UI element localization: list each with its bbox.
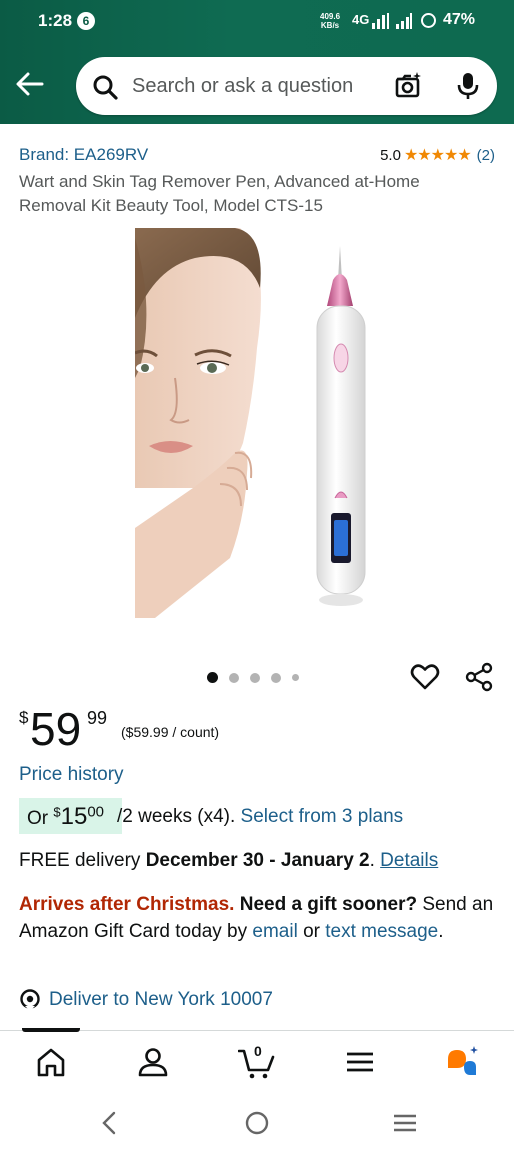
rating-value: 5.0 (380, 146, 401, 164)
installment-amount: 15 (60, 803, 88, 830)
image-carousel-dots[interactable] (207, 672, 310, 683)
deliver-to-label: Deliver to New York 10007 (49, 989, 273, 1010)
status-bar: 1:28 6 409.6 KB/s 4G 47% (0, 0, 514, 42)
carousel-dot[interactable] (229, 672, 239, 683)
delivery-info: FREE delivery December 30 - January 2. D… (19, 850, 438, 872)
assistant-icon[interactable] (444, 1045, 482, 1079)
network-type: 4G (352, 12, 370, 27)
battery-level: 47% (443, 11, 476, 28)
text-message-gift-link[interactable]: text message (325, 921, 438, 942)
app-header: 1:28 6 409.6 KB/s 4G 47% (0, 0, 514, 124)
menu-icon[interactable] (343, 1045, 377, 1079)
deliver-to-location[interactable]: Deliver to New York 10007 (19, 988, 273, 1012)
installment-prefix: Or (27, 808, 54, 829)
star-rating-icon: ★★★★★ (403, 147, 472, 164)
arrival-warning: Arrives after Christmas. (19, 894, 235, 915)
search-icon (93, 75, 118, 100)
carousel-dot[interactable] (271, 672, 281, 683)
installment-badge: Or $1500 (19, 798, 122, 834)
delivery-separator: . (369, 850, 381, 871)
gift-text-or: or (297, 921, 326, 942)
unit-price: ($59.99 / count) (121, 724, 220, 740)
signal-icon (372, 13, 389, 29)
system-home-icon[interactable] (242, 1108, 272, 1138)
gift-question: Need a gift sooner? (234, 894, 418, 915)
select-plans-link[interactable]: Select from 3 plans (241, 806, 404, 827)
camera-lens-icon[interactable] (394, 71, 422, 99)
rating-count-link[interactable]: (2) (477, 147, 495, 164)
installment-period: /2 weeks (x4). (117, 806, 241, 827)
free-delivery-label: FREE delivery (19, 850, 146, 871)
back-arrow-icon[interactable] (14, 70, 46, 98)
account-icon[interactable] (136, 1045, 170, 1079)
installment-terms: /2 weeks (x4). Select from 3 plans (117, 806, 403, 828)
system-back-icon[interactable] (95, 1108, 125, 1138)
notification-count-badge: 6 (77, 12, 95, 30)
installment-cents: 00 (87, 803, 105, 821)
location-pin-icon (20, 989, 40, 1011)
installment-currency: $ (53, 804, 61, 820)
search-bar[interactable] (76, 57, 497, 115)
price-whole: 59 (30, 703, 82, 755)
heart-icon[interactable] (410, 662, 440, 692)
bottom-navigation: 0 (0, 1040, 514, 1090)
system-recents-icon[interactable] (390, 1108, 420, 1138)
carousel-dot[interactable] (207, 672, 218, 683)
rating-summary[interactable]: 5.0 ★★★★★ (2) (380, 145, 495, 165)
delivery-details-link[interactable]: Details (380, 850, 438, 871)
share-icon[interactable] (464, 662, 494, 692)
microphone-icon[interactable] (456, 71, 480, 101)
system-navigation-bar (0, 1096, 514, 1151)
home-icon[interactable] (34, 1045, 68, 1079)
gift-notice: Arrives after Christmas. Need a gift soo… (19, 891, 497, 945)
status-time: 1:28 (38, 11, 73, 30)
product-title: Wart and Skin Tag Remover Pen, Advanced … (19, 172, 420, 215)
battery-icon (421, 13, 436, 28)
signal-secondary-icon (396, 13, 412, 29)
gift-text-end: . (438, 921, 444, 942)
active-tab-indicator (22, 1028, 80, 1032)
price-fraction: 99 (87, 708, 108, 728)
network-speed-value: 409.6 (320, 12, 341, 21)
delivery-dates: December 30 - January 2 (145, 850, 370, 871)
cart-button[interactable]: 0 (237, 1043, 276, 1079)
carousel-dot[interactable] (292, 674, 299, 681)
carousel-dot[interactable] (250, 672, 260, 683)
search-input[interactable] (132, 67, 382, 105)
email-gift-link[interactable]: email (252, 921, 297, 942)
cart-count: 0 (254, 1043, 262, 1059)
brand-link[interactable]: Brand: EA269RV (19, 145, 148, 165)
product-image[interactable] (135, 228, 385, 620)
network-speed: 409.6 KB/s (320, 12, 340, 30)
price-history-link[interactable]: Price history (19, 764, 124, 786)
price-currency: $ (19, 708, 29, 727)
network-speed-unit: KB/s (320, 21, 340, 30)
